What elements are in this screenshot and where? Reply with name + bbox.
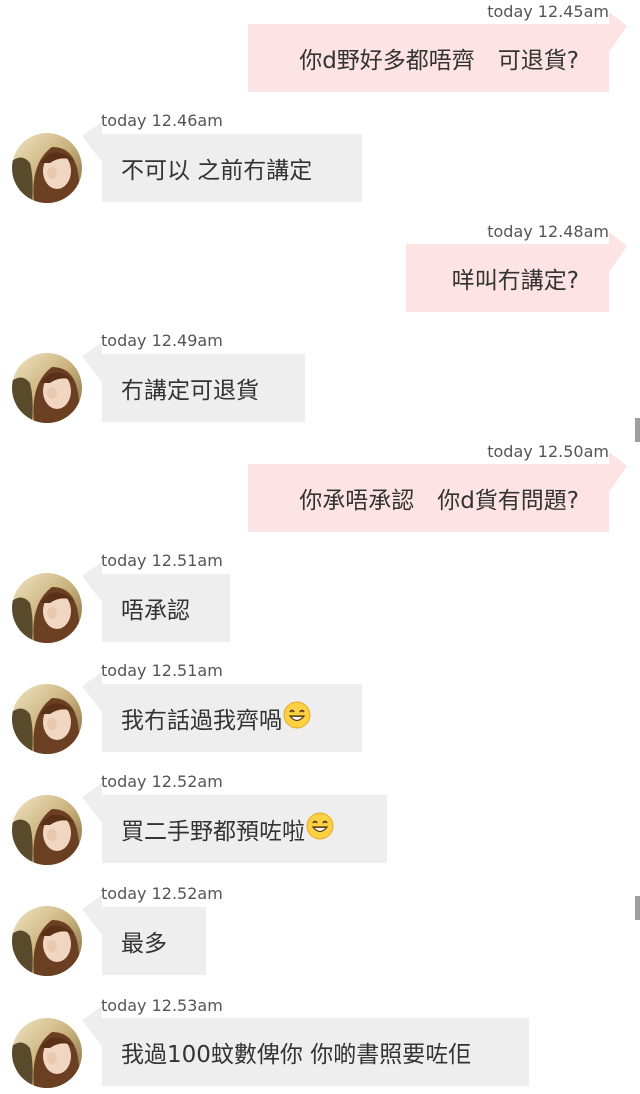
incoming-message-bubble[interactable]: 不可以 之前冇講定 bbox=[82, 122, 362, 202]
contact-avatar[interactable] bbox=[12, 133, 82, 203]
contact-avatar[interactable] bbox=[12, 906, 82, 976]
message-text: 買二手野都預咗啦 bbox=[121, 819, 305, 845]
avatar-photo-icon bbox=[12, 573, 82, 643]
message-text: 我冇話過我齊喎 bbox=[121, 708, 282, 734]
incoming-message-bubble[interactable]: 最多 bbox=[82, 895, 206, 975]
outgoing-message-bubble[interactable]: 你承唔承認 你d貨有問題? bbox=[248, 452, 627, 532]
avatar-photo-icon bbox=[12, 795, 82, 865]
avatar-photo-icon bbox=[12, 1018, 82, 1088]
message-text: 我過100蚊數俾你 你啲書照要咗佢 bbox=[121, 1042, 472, 1068]
message-text: 咩叫冇講定? bbox=[451, 268, 579, 294]
message-text: 最多 bbox=[121, 931, 167, 957]
incoming-message-bubble[interactable]: 冇講定可退貨 bbox=[82, 342, 305, 422]
scrollbar-marker[interactable] bbox=[635, 418, 640, 442]
message-timestamp: today 12.53am bbox=[101, 996, 223, 1015]
avatar-photo-icon bbox=[12, 906, 82, 976]
outgoing-message-bubble[interactable]: 咩叫冇講定? bbox=[406, 232, 627, 312]
contact-avatar[interactable] bbox=[12, 795, 82, 865]
incoming-message-bubble[interactable]: 買二手野都預咗啦 bbox=[82, 783, 387, 863]
incoming-message-bubble[interactable]: 我冇話過我齊喎 bbox=[82, 672, 362, 752]
message-timestamp: today 12.52am bbox=[101, 884, 223, 903]
message-timestamp: today 12.52am bbox=[101, 772, 223, 791]
avatar-photo-icon bbox=[12, 353, 82, 423]
avatar-photo-icon bbox=[12, 133, 82, 203]
message-timestamp: today 12.45am bbox=[487, 2, 609, 21]
scrollbar-marker[interactable] bbox=[635, 896, 640, 920]
chat-thread[interactable]: today 12.45am 你d野好多都唔齊 可退貨? today 12.46a… bbox=[0, 0, 640, 1094]
avatar-photo-icon bbox=[12, 684, 82, 754]
message-text: 不可以 之前冇講定 bbox=[121, 158, 313, 184]
message-timestamp: today 12.51am bbox=[101, 661, 223, 680]
message-timestamp: today 12.46am bbox=[101, 111, 223, 130]
contact-avatar[interactable] bbox=[12, 353, 82, 423]
contact-avatar[interactable] bbox=[12, 573, 82, 643]
message-text: 你d野好多都唔齊 可退貨? bbox=[299, 48, 579, 74]
message-text: 冇講定可退貨 bbox=[121, 378, 259, 404]
message-timestamp: today 12.51am bbox=[101, 551, 223, 570]
incoming-message-bubble[interactable]: 唔承認 bbox=[82, 562, 230, 642]
grinning-face-icon bbox=[283, 701, 311, 735]
message-text: 唔承認 bbox=[121, 598, 190, 624]
grinning-face-icon bbox=[306, 812, 334, 846]
incoming-message-bubble[interactable]: 我過100蚊數俾你 你啲書照要咗佢 bbox=[82, 1006, 529, 1086]
contact-avatar[interactable] bbox=[12, 1018, 82, 1088]
message-timestamp: today 12.50am bbox=[487, 442, 609, 461]
message-timestamp: today 12.49am bbox=[101, 331, 223, 350]
outgoing-message-bubble[interactable]: 你d野好多都唔齊 可退貨? bbox=[248, 12, 627, 92]
message-text: 你承唔承認 你d貨有問題? bbox=[299, 488, 579, 514]
contact-avatar[interactable] bbox=[12, 684, 82, 754]
message-timestamp: today 12.48am bbox=[487, 222, 609, 241]
